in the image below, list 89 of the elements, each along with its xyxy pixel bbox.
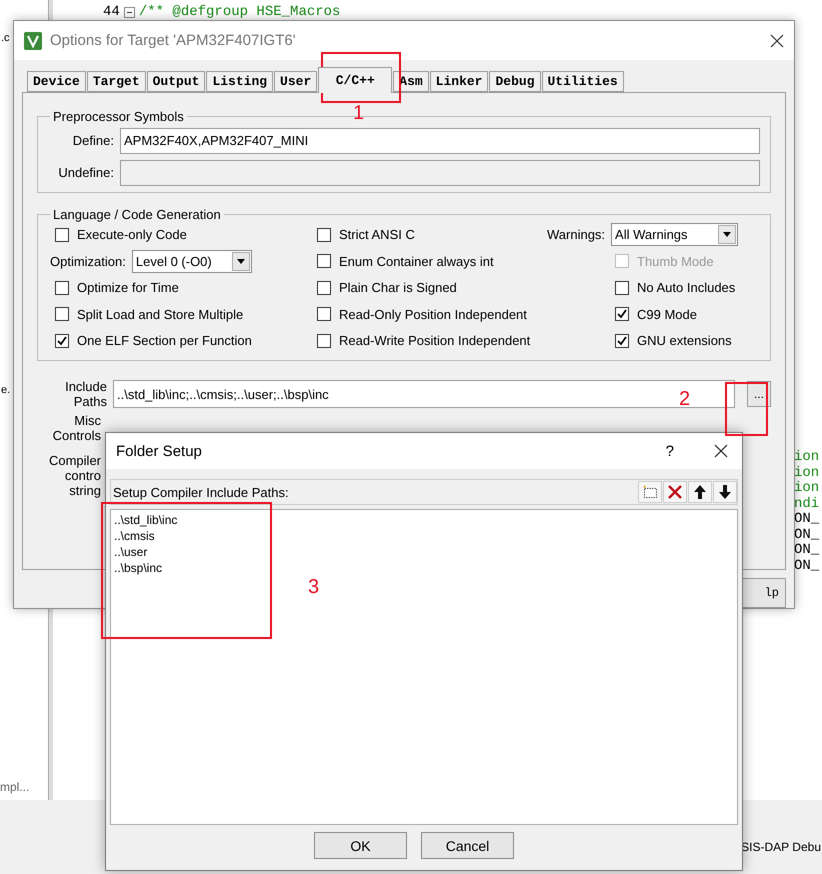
move-down-button[interactable] (713, 481, 737, 503)
code-comment: /** @defgroup HSE_Macros (138, 4, 340, 20)
caret-icon (723, 232, 732, 238)
tab[interactable]: Device (27, 70, 86, 92)
field-label: Misc Controls (52, 413, 101, 444)
down-arrow-icon (719, 485, 731, 499)
annotation-number: 3 (308, 576, 320, 599)
code-text: ON_ (794, 512, 820, 528)
field-label: Compiler contro string (48, 453, 101, 498)
ok-button[interactable]: OK (314, 832, 407, 859)
checkbox[interactable] (317, 228, 331, 242)
list-title: Setup Compiler Include Paths: (113, 484, 290, 500)
code-text: ion (794, 450, 820, 466)
dropdown-label: Warnings: (547, 227, 606, 242)
list-item[interactable]: ..\std_lib\inc (114, 512, 178, 528)
tab[interactable]: User (274, 70, 318, 92)
code-text: ion (794, 466, 820, 480)
file-name: e. (0, 384, 10, 396)
move-up-button[interactable] (688, 481, 712, 503)
annotation-number: 2 (679, 388, 690, 411)
highlight-frame (725, 382, 768, 436)
dropdown[interactable]: Level 0 (-O0) (132, 250, 252, 273)
caret-icon (236, 258, 245, 264)
tab[interactable]: Target (86, 70, 146, 92)
status-text: SIS-DAP Debu (741, 840, 821, 854)
checkbox-label: One ELF Section per Function (77, 333, 252, 348)
new-folder-button[interactable] (638, 481, 662, 503)
checkbox-label: Enum Container always int (339, 254, 494, 269)
tab[interactable]: Debug (489, 70, 540, 92)
tab[interactable]: Utilities (542, 70, 624, 92)
field-label: Undefine: (57, 165, 114, 180)
up-arrow-icon (694, 485, 706, 499)
checkbox[interactable] (317, 307, 331, 322)
dropdown-label: Optimization: (50, 254, 126, 269)
group-title: Language / Code Generation (52, 206, 222, 222)
tab[interactable]: Output (146, 70, 206, 92)
checkbox-label: Thumb Mode (637, 254, 714, 269)
code-text: ON_ (794, 543, 820, 558)
checkbox[interactable] (615, 307, 629, 322)
checkbox-label: Optimize for Time (77, 280, 179, 296)
checkbox[interactable] (317, 280, 331, 295)
checkbox-label: C99 Mode (637, 306, 697, 322)
file-name: .c (0, 32, 10, 44)
tab[interactable]: Listing (206, 70, 274, 92)
code-text: ON_ (794, 528, 820, 543)
cancel-button[interactable]: Cancel (421, 832, 514, 859)
checkbox[interactable] (615, 334, 629, 348)
delete-button[interactable] (663, 481, 687, 503)
group-title: Preprocessor Symbols (52, 108, 185, 124)
panel-tab[interactable]: mpl... (0, 780, 30, 794)
new-folder-icon (642, 485, 658, 499)
code-text: ion (794, 481, 820, 496)
annotation-number: 1 (353, 102, 364, 125)
code-text: ON_ (794, 558, 820, 574)
input-field[interactable] (120, 160, 760, 186)
help-button[interactable]: ? (666, 442, 674, 460)
checkbox-label: Plain Char is Signed (339, 280, 457, 296)
field-label: Define: (72, 133, 114, 148)
checkbox-label: GNU extensions (637, 333, 732, 348)
field-label: Include Paths (64, 379, 107, 410)
code-text: ndi (794, 496, 820, 512)
checkbox[interactable] (55, 307, 69, 322)
list-item[interactable]: ..\cmsis (114, 528, 155, 544)
fold-icon[interactable] (124, 6, 135, 18)
checkbox-label: Split Load and Store Multiple (77, 306, 244, 322)
list-item[interactable]: ..\bsp\inc (114, 560, 162, 576)
tab[interactable]: Linker (430, 70, 488, 92)
checkbox-label: No Auto Includes (637, 280, 736, 296)
window-title: Folder Setup (116, 442, 203, 460)
checkbox[interactable] (55, 334, 69, 348)
checkbox[interactable] (55, 280, 69, 295)
line-number: 44 (103, 4, 120, 20)
delete-icon (668, 485, 682, 499)
checkbox[interactable] (55, 228, 69, 242)
close-icon[interactable] (770, 34, 784, 48)
app-logo-icon (24, 32, 42, 50)
checkbox[interactable] (317, 254, 331, 268)
checkbox[interactable] (317, 334, 331, 348)
window-title: Options for Target 'APM32F407IGT6' (50, 32, 297, 50)
checkbox-label: Execute-only Code (77, 227, 187, 242)
checkbox-label: Strict ANSI C (339, 227, 415, 242)
dropdown[interactable]: All Warnings (611, 223, 738, 246)
checkbox-label: Read-Only Position Independent (339, 306, 527, 322)
close-icon[interactable] (714, 444, 728, 458)
checkbox[interactable] (615, 280, 629, 295)
list-item[interactable]: ..\user (114, 544, 148, 560)
tab[interactable]: C/C++ (318, 66, 392, 93)
input-field[interactable]: APM32F40X,APM32F407_MINI (120, 128, 760, 154)
checkbox-label: Read-Write Position Independent (339, 333, 530, 348)
